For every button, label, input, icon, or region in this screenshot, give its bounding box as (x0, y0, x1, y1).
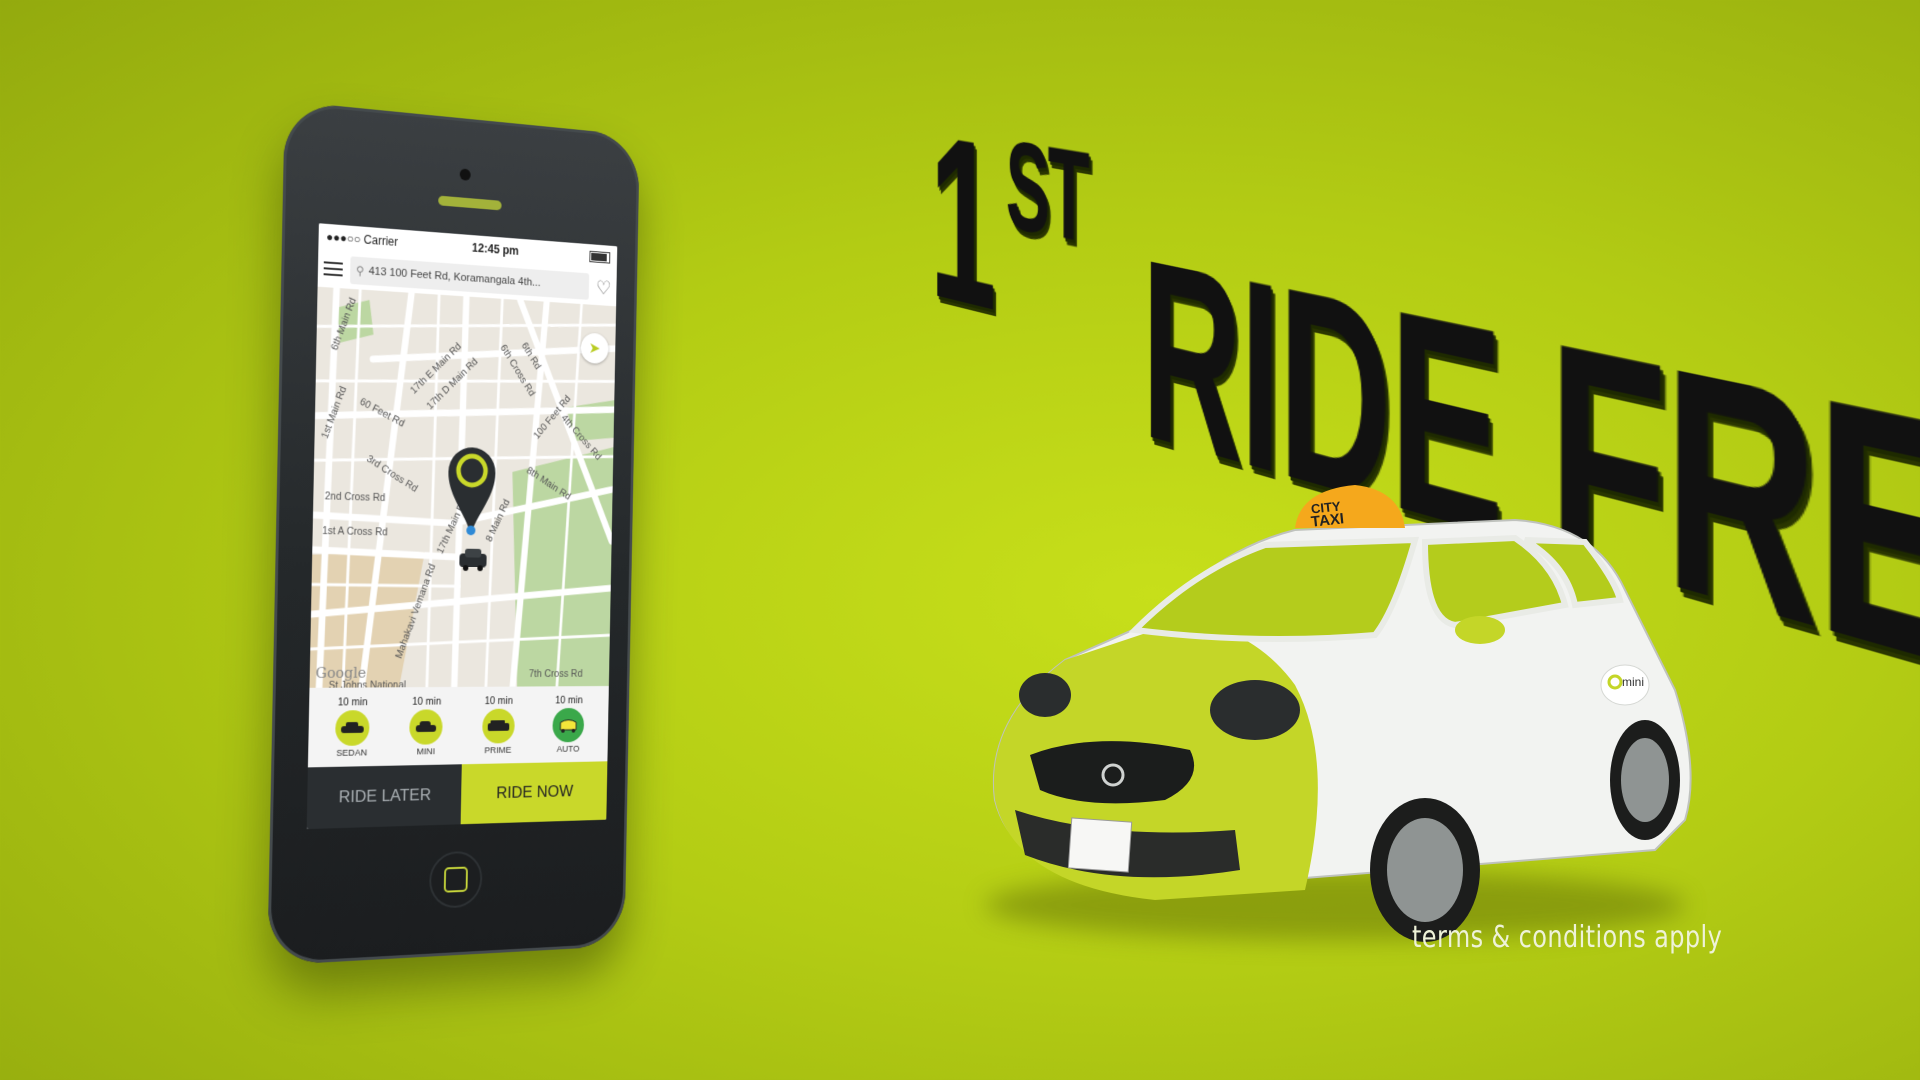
auto-rickshaw-icon (552, 707, 585, 742)
carrier-label: ●●●○○ Carrier (326, 229, 399, 249)
city-taxi-car: CITY TAXI mini (955, 470, 1725, 950)
map-label: 2nd Cross Rd (324, 490, 386, 504)
taxi-illustration (992, 485, 1692, 942)
sedan-icon (334, 709, 370, 746)
ride-now-button[interactable]: RIDE NOW (460, 761, 608, 825)
vehicle-option-mini[interactable]: 10 min MINI (409, 695, 444, 757)
pickup-address-text: 413 100 Feet Rd, Koramangala 4th... (368, 265, 541, 289)
vehicle-option-prime[interactable]: 10 min PRIME (481, 694, 515, 756)
vehicle-eta: 10 min (555, 694, 583, 706)
smartphone: ●●●○○ Carrier 12:45 pm ⚲ 413 100 Feet Rd… (267, 100, 640, 966)
search-icon: ⚲ (355, 265, 364, 278)
map-view[interactable]: 6th Main Rd 17th E Main Rd 17th D Main R… (309, 286, 617, 688)
vehicle-eta: 10 min (484, 694, 513, 707)
map-label: 1st A Cross Rd (322, 525, 388, 539)
vehicle-name: MINI (416, 745, 436, 757)
vehicle-option-auto[interactable]: 10 min AUTO (552, 694, 585, 754)
headline-number: 1 (930, 86, 995, 361)
pickup-pin-icon (447, 441, 499, 536)
ride-later-button[interactable]: RIDE LATER (306, 764, 462, 830)
door-brand-label: mini (1622, 675, 1645, 689)
app-screen: ●●●○○ Carrier 12:45 pm ⚲ 413 100 Feet Rd… (306, 223, 618, 830)
vehicle-name: SEDAN (336, 747, 368, 759)
vehicle-eta: 10 min (337, 695, 368, 708)
mini-car-icon (409, 708, 444, 745)
vehicle-selector: 10 min SEDAN 10 min MINI 10 min PRIME 10… (307, 686, 609, 768)
favorite-heart-icon[interactable]: ♡ (596, 275, 612, 300)
earpiece-speaker (438, 195, 502, 211)
google-logo: Google (315, 663, 367, 682)
home-button[interactable] (428, 850, 483, 909)
suv-icon (481, 708, 515, 744)
car-marker-icon (459, 548, 487, 572)
roof-sign-line2: TAXI (1310, 510, 1345, 531)
ride-action-bar: RIDE LATER RIDE NOW (306, 761, 608, 830)
hamburger-menu-icon[interactable] (323, 261, 343, 277)
terms-disclaimer: terms & conditions apply (1412, 920, 1723, 955)
clock: 12:45 pm (471, 240, 519, 258)
vehicle-option-sedan[interactable]: 10 min SEDAN (334, 695, 370, 759)
navigation-arrow-icon: ➤ (588, 340, 601, 358)
vehicle-name: AUTO (556, 743, 580, 755)
vehicle-eta: 10 min (412, 695, 442, 708)
vehicle-name: PRIME (484, 744, 512, 756)
front-camera (459, 168, 471, 181)
map-label: 7th Cross Rd (528, 668, 583, 680)
headline-ordinal-suffix: ST (1005, 114, 1088, 272)
battery-icon (589, 250, 611, 264)
